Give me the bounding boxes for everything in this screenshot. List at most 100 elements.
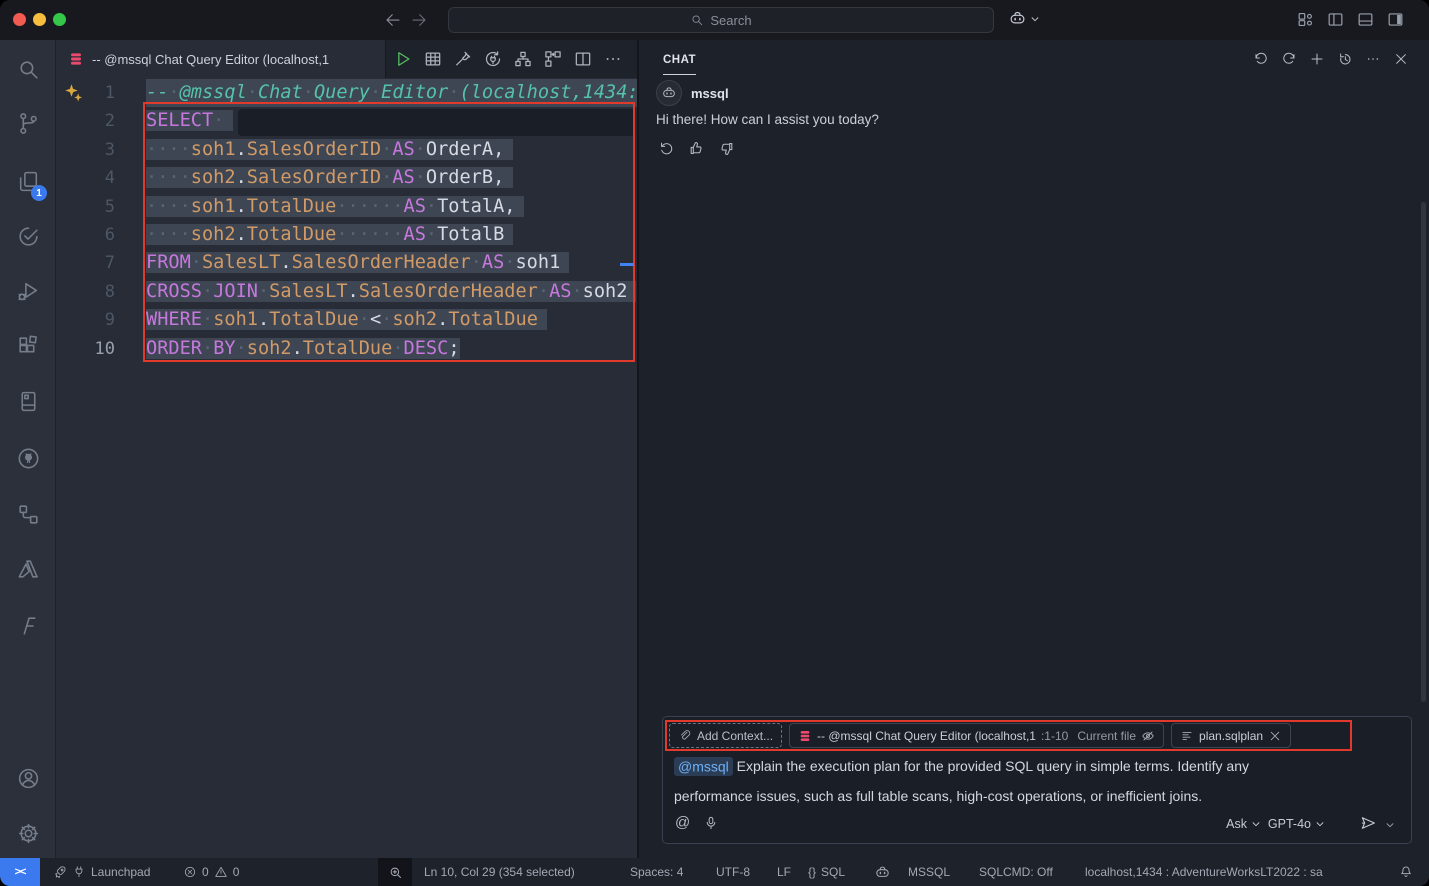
model-picker[interactable]: GPT-4o [1268,817,1325,831]
encoding-item[interactable]: UTF-8 [716,858,750,886]
run-query-icon[interactable] [393,49,413,69]
line-number: 9 [56,306,115,334]
chat-scrollbar[interactable] [1421,202,1426,702]
copilot-status-item[interactable] [874,858,891,886]
forward-arrow-icon[interactable] [410,11,428,29]
toggle-sidebar-icon[interactable] [1326,10,1345,29]
source-control-icon [16,111,41,136]
database-icon [798,729,812,743]
eye-off-icon[interactable] [1141,729,1155,743]
chevron-down-icon [1251,819,1261,829]
more-icon[interactable] [1365,51,1381,67]
connect-plug-icon[interactable] [453,49,473,69]
thumbs-up-icon[interactable] [688,140,705,157]
status-bar: >< Launchpad 0 0 Ln 10, Col 29 (354 sele… [0,858,1429,886]
close-icon[interactable] [1393,51,1409,67]
notebook-icon [16,389,41,414]
line-number: 1 [56,79,115,107]
line-number: 4 [56,164,115,192]
mention-button[interactable]: @ [675,814,690,831]
message-text: Hi there! How can I assist you today? [656,112,1396,127]
add-context-chip[interactable]: Add Context... [669,723,782,748]
activity-item-azure[interactable] [0,548,56,590]
activity-item-extensions[interactable] [0,325,56,367]
chat-input-container[interactable]: Add Context... -- @mssql Chat Query Edit… [662,716,1412,844]
activity-item-github[interactable] [0,437,56,479]
launchpad-label: Launchpad [91,865,150,879]
activity-item-source-control[interactable] [0,102,56,144]
language-item[interactable]: {} SQL [808,858,845,886]
editor-region: -- @mssql Chat Query Editor (localhost,1… [56,40,637,858]
activity-item-explorer-files[interactable]: 1 [0,160,56,202]
command-center-search[interactable]: Search [448,7,994,33]
minimize-window-button[interactable] [33,13,46,26]
regenerate-icon[interactable] [658,140,675,157]
new-chat-icon[interactable] [1309,51,1325,67]
editor-toolbar [393,49,623,69]
mode-picker[interactable]: Ask [1226,817,1261,831]
layout-controls [1296,10,1405,29]
extensions-icon [16,334,41,359]
activity-item-run-debug[interactable] [0,270,56,312]
activity-item-task-check[interactable] [0,215,56,257]
tab-title: -- @mssql Chat Query Editor (localhost,1 [92,52,329,67]
zoom-button[interactable] [378,858,412,886]
results-grid-icon[interactable] [423,49,443,69]
chevron-down-icon [1030,14,1040,24]
connection-item[interactable]: localhost,1434 : AdventureWorksLT2022 : … [1085,858,1323,886]
customize-layout-icon[interactable] [1296,10,1315,29]
sqlcmd-item[interactable]: SQLCMD: Off [979,858,1053,886]
line-number: 8 [56,278,115,306]
split-editor-icon[interactable] [573,49,593,69]
error-icon [183,865,197,879]
eol-item[interactable]: LF [777,858,791,886]
query-plan-icon[interactable] [513,49,533,69]
activity-item-settings-gear[interactable] [0,812,56,854]
copilot-menu-button[interactable] [1008,9,1040,28]
chevron-down-icon[interactable] [1385,820,1395,830]
mssql-item[interactable]: MSSQL [908,858,950,886]
remote-indicator[interactable]: >< [0,858,40,886]
editor-tab[interactable]: -- @mssql Chat Query Editor (localhost,1 [56,40,386,78]
launchpad-item[interactable]: Launchpad [53,858,150,886]
mode-label: Ask [1226,817,1247,831]
code-editor[interactable]: 1--·@mssql·Chat·Query·Editor·(localhost,… [56,78,637,858]
mention-chip[interactable]: @mssql [674,757,733,776]
search-icon [690,13,704,27]
more-actions-icon[interactable] [603,49,623,69]
activity-item-account[interactable] [0,757,56,799]
change-connection-icon[interactable] [483,49,503,69]
send-icon[interactable] [1359,814,1377,832]
back-arrow-icon[interactable] [384,11,402,29]
redo-icon[interactable] [1281,51,1297,67]
chat-tab[interactable]: CHAT [663,40,696,78]
warning-icon [214,865,228,879]
chevron-down-icon [1315,819,1325,829]
file-context-chip[interactable]: -- @mssql Chat Query Editor (localhost,1… [789,723,1164,748]
activity-item-fabric[interactable] [0,604,56,646]
activity-item-search[interactable] [0,48,56,90]
error-count: 0 [202,865,209,879]
vscode-window: Search 1 -- @mssql Chat Query Editor (lo… [0,0,1429,886]
indentation-item[interactable]: Spaces: 4 [630,858,683,886]
undo-icon[interactable] [1253,51,1269,67]
zoom-window-button[interactable] [53,13,66,26]
toggle-panel-icon[interactable] [1356,10,1375,29]
close-window-button[interactable] [13,13,26,26]
close-icon[interactable] [1268,729,1282,743]
microphone-icon[interactable] [703,815,719,831]
notifications-item[interactable] [1398,858,1414,886]
chat-input-text: Explain the execution plan for the provi… [674,758,1249,804]
activity-item-linked-objects[interactable] [0,493,56,535]
problems-item[interactable]: 0 0 [183,858,239,886]
model-label: GPT-4o [1268,817,1311,831]
estimated-plan-icon[interactable] [543,49,563,69]
plan-file-chip[interactable]: plan.sqlplan [1171,723,1291,748]
title-bar: Search [0,0,1429,40]
history-icon[interactable] [1337,51,1353,67]
thumbs-down-icon[interactable] [718,140,735,157]
cursor-position-item[interactable]: Ln 10, Col 29 (354 selected) [424,858,575,886]
chat-input[interactable]: @mssql Explain the execution plan for th… [674,751,1329,811]
toggle-secondary-sidebar-icon[interactable] [1386,10,1405,29]
activity-item-notebook[interactable] [0,380,56,422]
